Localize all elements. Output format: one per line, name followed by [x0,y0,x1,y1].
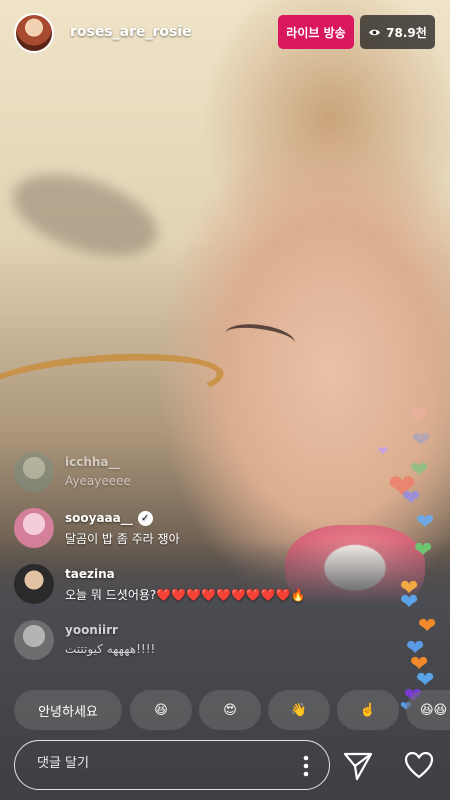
heart-reaction-icon: ❤ [400,590,419,615]
commenter-username[interactable]: yooniirr [65,623,118,637]
live-header: roses_are_rosie 라이브 방송 78.9천 [0,0,450,64]
comment-text: 달곰이 밥 좀 주라 쟁아 [65,532,180,546]
face-eye [223,320,297,356]
quick-reply-laugh-emoji[interactable]: 😆 [130,690,192,730]
paper-plane-icon[interactable] [343,751,373,781]
quick-replies: 안녕하세요 😆 😍 👋 ☝️ 😆😆 [14,690,450,730]
comment-box [14,740,330,790]
heart-reaction-icon: ❤ [414,538,433,563]
commenter-avatar[interactable] [14,452,54,492]
heart-outline-icon[interactable] [404,751,434,779]
background-shadow [2,158,168,272]
comment-text: 오늘 뭐 드셧어용?❤️❤️❤️❤️❤️❤️❤️❤️❤️🔥 [65,588,306,602]
broadcaster-username[interactable]: roses_are_rosie [70,24,192,40]
comment-item: sooyaaa__ ✓ 달곰이 밥 좀 주라 쟁아 [14,508,374,554]
commenter-avatar[interactable] [14,508,54,548]
floating-hearts: ❤ ❤ ❤ ❤ ❤ ❤ ❤ ❤ ❤ ❤ ❤ ❤ ❤ ❤ ❤ ❤ [370,400,450,730]
live-badge: 라이브 방송 [278,15,354,49]
heart-reaction-icon: ❤ [402,486,421,511]
commenter-avatar[interactable] [14,564,54,604]
background-lamp [0,346,226,418]
more-vertical-icon[interactable] [303,755,309,777]
comment-item: taezina 오늘 뭐 드셧어용?❤️❤️❤️❤️❤️❤️❤️❤️❤️🔥 [14,564,374,610]
heart-reaction-icon: ❤ [416,510,435,535]
quick-reply-greeting[interactable]: 안녕하세요 [14,690,122,730]
comment-input[interactable] [35,755,279,772]
comment-text: ههههه كيوتتتت!!!! [65,642,156,656]
viewer-count: 78.9천 [386,25,427,40]
quick-reply-heart-eyes-emoji[interactable]: 😍 [199,690,261,730]
commenter-username-text: sooyaaa__ [65,511,133,525]
broadcaster-avatar[interactable] [14,13,54,53]
comment-text: Ayeayeeee [65,474,131,488]
commenter-username[interactable]: taezina [65,567,115,581]
commenter-username[interactable]: sooyaaa__ ✓ [65,511,153,526]
commenter-avatar[interactable] [14,620,54,660]
quick-reply-point-emoji[interactable]: ☝️ [337,690,399,730]
eye-icon [369,29,381,35]
heart-reaction-icon: ❤ [412,428,431,453]
commenter-username[interactable]: icchha__ [65,455,121,469]
heart-reaction-icon: ❤ [378,444,389,458]
comment-item: yooniirr ههههه كيوتتتت!!!! [14,620,374,666]
quick-reply-laugh-double-emoji[interactable]: 😆😆 [406,690,450,730]
heart-reaction-icon: ❤ [418,614,437,639]
comment-item: icchha__ Ayeayeeee [14,452,374,498]
viewer-count-badge[interactable]: 78.9천 [360,15,435,49]
quick-reply-wave-emoji[interactable]: 👋 [268,690,330,730]
heart-reaction-icon: ❤ [410,403,429,428]
verified-badge-icon: ✓ [137,511,153,526]
